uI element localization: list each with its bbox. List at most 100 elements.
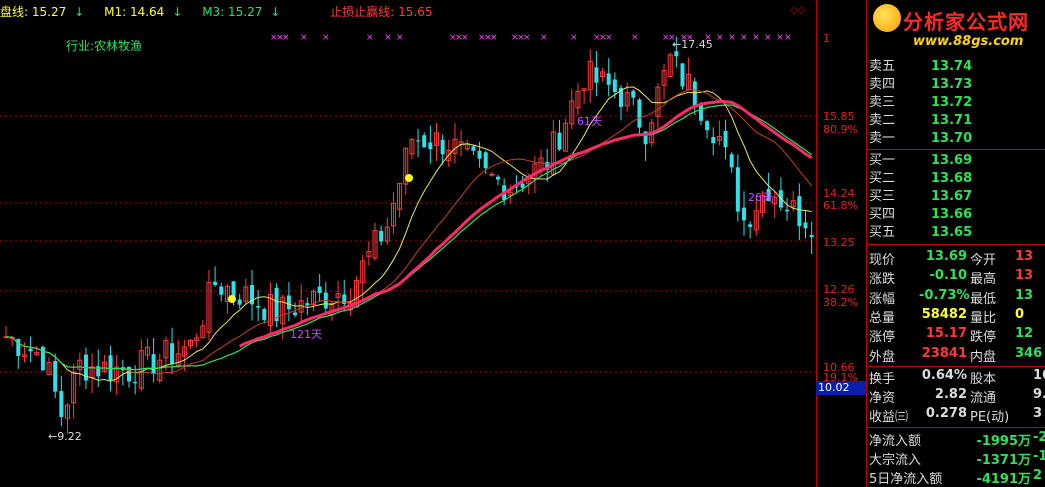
candle-body xyxy=(477,150,482,159)
orderbook-divider xyxy=(867,149,1045,150)
quote-label: PE(动) xyxy=(970,410,1010,426)
candle-body xyxy=(237,299,242,305)
sell-level-2[interactable]: 卖二 13.71 xyxy=(867,112,1045,130)
quote-label: 总量 xyxy=(869,310,896,326)
candle-body xyxy=(606,73,611,85)
buy-level-price: 13.69 xyxy=(931,153,973,168)
quote-value: 0.278 xyxy=(925,406,967,422)
quote-label: 最低 xyxy=(970,291,997,307)
sell-level-price: 13.71 xyxy=(931,113,973,128)
flow-value-tail: -1 xyxy=(1033,449,1045,464)
candle-body xyxy=(797,196,802,227)
quote-label: 现价 xyxy=(869,253,896,268)
flow-value-tail: 2 xyxy=(1033,468,1043,484)
candle-body xyxy=(735,167,740,212)
candle-body xyxy=(231,281,236,297)
candle-body xyxy=(262,308,267,321)
quote-label: 涨幅 xyxy=(869,291,896,307)
candle-body xyxy=(293,312,298,316)
candle-body xyxy=(637,99,642,128)
cursor-price-box: 10.02 xyxy=(816,381,866,395)
buy-level-4[interactable]: 买四 13.66 xyxy=(867,206,1045,224)
days-61-label: 61天 xyxy=(577,115,602,128)
quote-label: 跌停 xyxy=(970,330,997,346)
buy-level-label: 买一 xyxy=(869,153,896,168)
quote-value: 3 xyxy=(1033,406,1043,422)
quote-row: 总量 58482 量比 0 xyxy=(867,307,1045,326)
flow-value-tail: -2 xyxy=(1033,429,1045,445)
logo-title: 分析家公式网 xyxy=(903,10,1029,34)
quote-label: 收益㈢ xyxy=(869,410,909,426)
candle-body xyxy=(785,209,790,212)
price-tick: 15.85 xyxy=(823,110,855,123)
buy-level-1[interactable]: 买一 13.69 xyxy=(867,152,1045,170)
quote-label: 涨停 xyxy=(869,330,896,346)
buy-level-label: 买三 xyxy=(869,189,896,204)
orderbook-divider xyxy=(867,244,1045,245)
flow-value: -1371万 xyxy=(976,453,1031,468)
quote-label: 净资 xyxy=(869,391,896,407)
high-annotation: ←17.45 xyxy=(672,38,713,51)
ma-green-line xyxy=(5,104,813,371)
signal-marker: × xyxy=(631,33,639,43)
flow-row: 净流入额 -1995万 -2 xyxy=(867,430,1045,449)
sell-level-5[interactable]: 卖五 13.74 xyxy=(867,58,1045,76)
candle-body xyxy=(59,391,64,418)
sell-level-price: 13.72 xyxy=(931,95,973,110)
signal-marker: × xyxy=(366,33,374,43)
quote-value: 0 xyxy=(1015,306,1025,322)
quote-value: 15.17 xyxy=(925,326,967,342)
candle-body xyxy=(317,286,322,293)
buy-level-5[interactable]: 买五 13.65 xyxy=(867,224,1045,242)
flow-value: -4191万 xyxy=(976,472,1031,487)
price-tick: 13.25 xyxy=(823,236,855,249)
site-logo[interactable]: 分析家公式网 www.88gs.com xyxy=(867,0,1045,56)
candle-body xyxy=(170,343,175,365)
candle-body xyxy=(256,306,261,308)
candle-body xyxy=(729,154,734,168)
candle-body xyxy=(422,135,427,148)
flow-row: 大宗流入 -1371万 -1 xyxy=(867,449,1045,468)
days-26-label: 26天 xyxy=(748,191,773,204)
candle-body xyxy=(28,348,33,352)
ma-short-line xyxy=(5,86,812,382)
buy-level-3[interactable]: 买三 13.67 xyxy=(867,188,1045,206)
low-annotation: ←9.22 xyxy=(48,430,82,443)
buy-level-2[interactable]: 买二 13.68 xyxy=(867,170,1045,188)
signal-marker: × xyxy=(784,33,792,43)
kline-canvas[interactable]: ××× × × × × × ××× ××× ××× × × ××× × ×× ×× × × × × × × × × xyxy=(0,0,816,487)
chart-corner-icon[interactable]: ◇◇ xyxy=(790,5,805,16)
sell-level-price: 13.70 xyxy=(931,131,973,146)
quote-row: 收益㈢ 0.278 PE(动) 3 xyxy=(867,406,1045,425)
quote-row: 外盘 23841 内盘 346 xyxy=(867,346,1045,365)
candle-body xyxy=(219,286,224,295)
pct-tick: 80.9% xyxy=(823,123,858,136)
candle-body xyxy=(133,381,138,384)
sell-level-3[interactable]: 卖三 13.72 xyxy=(867,94,1045,112)
buy-level-label: 买四 xyxy=(869,207,896,222)
candle-body xyxy=(674,51,679,57)
candle-body xyxy=(440,139,445,155)
candle-body xyxy=(612,79,617,93)
candle-body xyxy=(631,90,636,98)
sell-level-price: 13.73 xyxy=(931,77,973,92)
quote-value: 13.69 xyxy=(925,249,967,264)
flow-label: 5日净流入额 xyxy=(869,472,943,487)
quote-row: 涨跌 -0.10 最高 13 xyxy=(867,268,1045,287)
signal-marker: × xyxy=(570,33,578,43)
signal-marker: × xyxy=(300,33,308,43)
quote-value: 2.82 xyxy=(934,387,967,403)
candle-body xyxy=(428,142,433,150)
sell-level-label: 卖二 xyxy=(869,113,896,128)
buy-level-label: 买五 xyxy=(869,225,896,240)
sell-level-1[interactable]: 卖一 13.70 xyxy=(867,130,1045,148)
signal-marker: × xyxy=(523,33,531,43)
sell-level-4[interactable]: 卖四 13.73 xyxy=(867,76,1045,94)
quote-label: 外盘 xyxy=(869,349,896,365)
signal-marker: × xyxy=(490,33,498,43)
kline-chart[interactable]: × × × × × × × × × × × × × × × × × × × × × × × × × × × × × × × × × × × 盘线: … xyxy=(0,0,816,487)
quote-value: 0.64% xyxy=(921,367,967,383)
candle-body xyxy=(748,224,753,227)
candle-body xyxy=(286,295,291,310)
quote-label: 最高 xyxy=(970,272,997,288)
